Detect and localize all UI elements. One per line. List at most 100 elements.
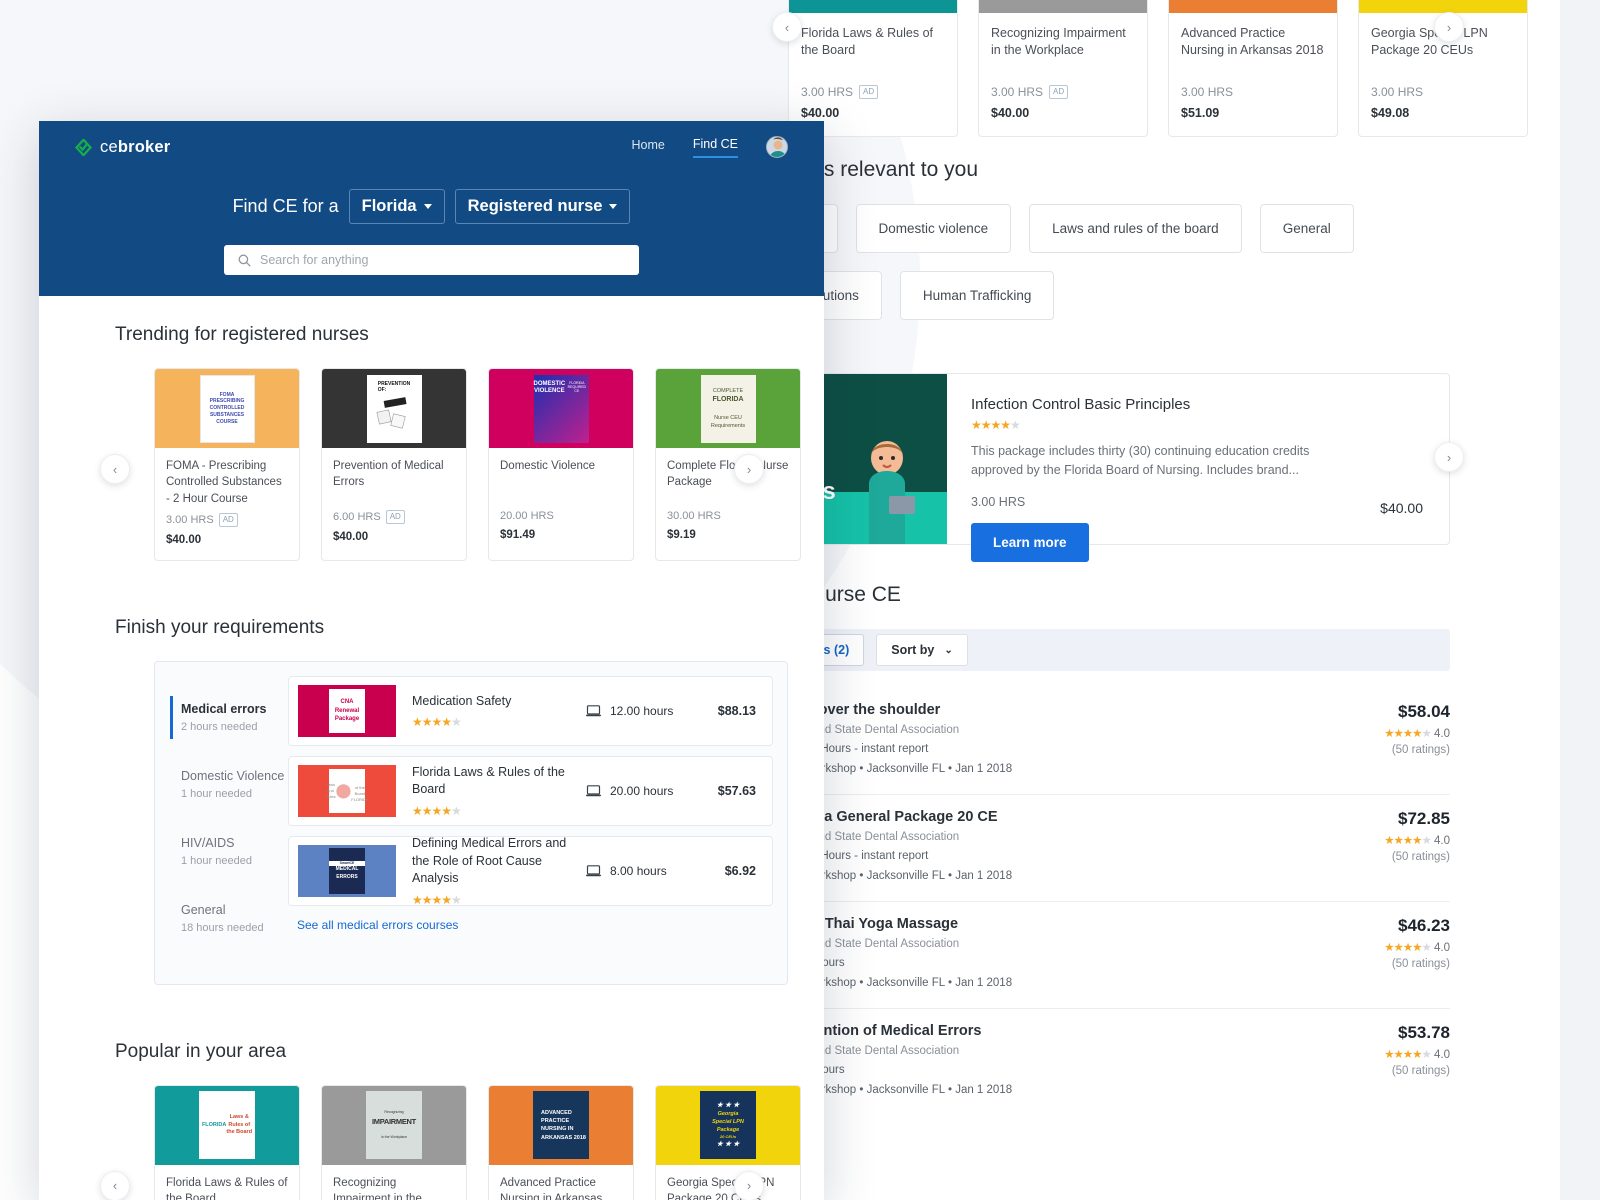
requirement-tab-general[interactable]: General 18 hours needed [171,895,288,942]
featured-description: This package includes thirty (30) contin… [971,444,1310,478]
list-item-rating: ★★★★★ 4.0 [1384,728,1450,740]
trending-carousel-prev[interactable]: ‹ [100,454,130,484]
sort-by-label: Sort by [891,643,935,657]
trending-course-card[interactable]: FOMA PRESCRIBING CONTROLLED SUBSTANCES COURS… [154,368,300,561]
featured-stars: ★★★★★ [971,418,1021,432]
subject-pill-human-trafficking[interactable]: Human Trafficking [899,271,1055,320]
course-price: $40.00 [801,106,840,120]
popular-course-card[interactable]: Recognizing IMPAIRMENT in the Workplace Re… [321,1084,467,1200]
course-thumbnail: SmartCE MEDICAL ERRORS [298,844,396,897]
requirement-course[interactable]: CNA Renewal Package Medication Safety ★★★★… [288,675,773,746]
subject-pill-general[interactable]: General [1259,204,1354,253]
popular-carousel-prev[interactable]: ‹ [100,1170,130,1200]
requirement-tab-needed: 18 hours needed [181,921,264,934]
search-box[interactable]: Search for anything [224,245,639,275]
trending-heading: Trending for registered nurses [115,324,369,345]
list-item-price: $53.78 [1398,1023,1450,1042]
course-thumbnail: COMPLETE FLORIDA Nurse CEU Requirements [656,369,800,448]
ad-badge: AD [1049,85,1069,99]
requirement-tab-needed: 1 hour needed [181,787,252,800]
bg-course-card[interactable]: IMPAIRMENT Recognizing Impairment in the… [978,0,1148,137]
find-ce-label: Find CE for a [232,196,339,216]
list-item-title: DSD over the shoulder [784,702,941,718]
trending-carousel-next[interactable]: › [734,454,764,484]
course-thumbnail: ADVANCEDPRACTICENURSING INARKANSAS 2018 [489,1085,633,1165]
list-item-price: $58.04 [1398,702,1450,721]
avatar[interactable] [766,136,788,158]
popular-course-card[interactable]: ADVANCED PRACTICE NURSING IN ARKANSAS 2018 … [488,1084,634,1200]
see-all-courses-link[interactable]: See all medical errors courses [297,918,458,932]
find-ce-overlay: cebroker Home Find CE Find CE for a Flor… [39,121,824,1200]
requirement-course-hours: 12.00 hours [586,704,698,718]
bg-course-card[interactable]: FLORIDALaws &Rules ofthe Board Florida L… [788,0,958,137]
course-title: Georgia Special LPN Package 20 CEUs [667,1176,775,1200]
course-hours: 6.00 HRS AD [333,510,455,524]
course-price: $51.09 [1181,106,1220,120]
requirement-tab-medical-errors[interactable]: Medical errors 2 hours needed [170,694,288,741]
featured-carousel-next[interactable]: › [1434,442,1464,472]
trending-course-card[interactable]: COMPLETE FLORIDA Nurse CEU Requirements Com… [655,368,801,561]
course-hours: 3.00 HRS [1181,85,1234,99]
list-item-ratings-count: (50 ratings) [1391,958,1450,970]
requirement-tab-hiv-aids[interactable]: HIV/AIDS 1 hour needed [171,828,288,875]
course-thumbnail: FLORIDALaws &Rules ofthe Board [155,1085,299,1165]
trending-card-row: FOMA PRESCRIBING CONTROLLED SUBSTANCES COURS… [154,368,824,561]
screen: ‹ › FLORIDALaws &Rules ofthe Board Flori… [0,0,1600,1200]
course-thumbnail: Laws and Rules ⬤ of the Board FLORIDA [298,764,396,817]
trending-course-card[interactable]: PREVENTION OF: Prevention of Medical Erro… [321,368,467,561]
course-hours: 3.00 HRS AD [166,512,288,527]
requirement-course-stars: ★★★★★ [412,803,462,818]
course-thumbnail: FOMA PRESCRIBING CONTROLLED SUBSTANCES COURS… [155,369,299,448]
course-title: Florida Laws & Rules of the Board [801,26,934,57]
list-item-rating: ★★★★★ 4.0 [1384,942,1450,954]
requirement-tab-name: Medical errors [181,701,267,716]
list-item-title: Prevention of Medical Errors [784,1023,982,1039]
requirements-tab-list: Medical errors 2 hours needed Domestic V… [155,676,288,984]
cebroker-wordmark: cebroker [100,137,171,156]
bg-top-carousel-prev[interactable]: ‹ [772,12,802,42]
list-item-ratings-count: (50 ratings) [1391,744,1450,756]
cebroker-logo[interactable]: cebroker [75,138,170,157]
learn-more-button[interactable]: Learn more [971,522,1089,562]
requirement-course-list: CNA Renewal Package Medication Safety ★★★★… [288,675,787,984]
list-item-provider: Maryland State Dental Association [784,938,960,950]
list-item-ratings-count: (50 ratings) [1391,1065,1450,1077]
course-hours: 20.00 HRS [500,510,554,522]
sort-by-button[interactable]: Sort by ⌄ [876,634,968,666]
laptop-icon [586,785,601,797]
nav-find-ce[interactable]: Find CE [692,137,738,158]
profession-select[interactable]: Registered nurse [454,189,631,224]
list-item-title: Florida General Package 20 CE [784,809,998,825]
subject-pill-laws-rules[interactable]: Laws and rules of the board [1029,204,1242,253]
requirements-panel: Medical errors 2 hours needed Domestic V… [154,660,788,985]
course-thumbnail: DOMESTIC VIOLENCE FLORIDA REQUIRED CE [489,369,633,448]
course-title: Advanced Practice Nursing in Arkansas 20… [1181,26,1324,57]
list-item-event: 🗓Workshop • Jacksonville FL • Jan 1 2018 [784,762,1300,776]
list-item-event: 🗓Workshop • Jacksonville FL • Jan 1 2018 [784,976,1300,990]
requirement-course[interactable]: Laws and Rules ⬤ of the Board FLORIDA Flori… [288,755,773,826]
bg-course-card[interactable]: ADVANCED PRACTICE NURSING IN ARKANSAS 2018 … [1168,0,1338,137]
trending-course-card[interactable]: DOMESTIC VIOLENCE FLORIDA REQUIRED CE Dome… [488,368,634,561]
profession-select-value: Registered nurse [467,197,603,215]
requirement-course[interactable]: SmartCE MEDICAL ERRORS Defining Medical Er… [288,835,773,907]
popular-course-card[interactable]: ★ ★ ★ Georgia Special LPN Package 20 CEUs ★ ★… [655,1084,801,1200]
course-thumbnail: FLORIDALaws &Rules ofthe Board [789,0,957,13]
nav-home[interactable]: Home [632,138,665,157]
state-select-value: Florida [361,197,417,215]
nurse-illustration [869,441,915,544]
state-select[interactable]: Florida [348,189,445,224]
requirement-course-price: $6.92 [724,863,756,878]
course-title: Prevention of Medical Errors [333,460,444,489]
course-thumbnail: ADVANCEDPRACTICENURSING INARKANSAS 2018 [1169,0,1337,13]
course-hours: 3.00 HRS [1371,85,1424,99]
subject-pill-domestic-violence[interactable]: Domestic violence [855,204,1012,253]
popular-course-card[interactable]: FLORIDA Laws & Rules of the Board Florida L… [154,1084,300,1200]
requirement-tab-needed: 1 hour needed [181,854,252,867]
course-price: $49.08 [1371,106,1410,120]
bg-top-carousel-next[interactable]: › [1434,12,1464,42]
requirement-tab-domestic-violence[interactable]: Domestic Violence 1 hour needed [171,761,288,808]
ad-badge: AD [385,510,405,524]
course-title: Recognizing Impairment in the Workplace [333,1176,422,1200]
popular-heading: Popular in your area [115,1040,287,1062]
popular-carousel-next[interactable]: › [734,1170,764,1200]
